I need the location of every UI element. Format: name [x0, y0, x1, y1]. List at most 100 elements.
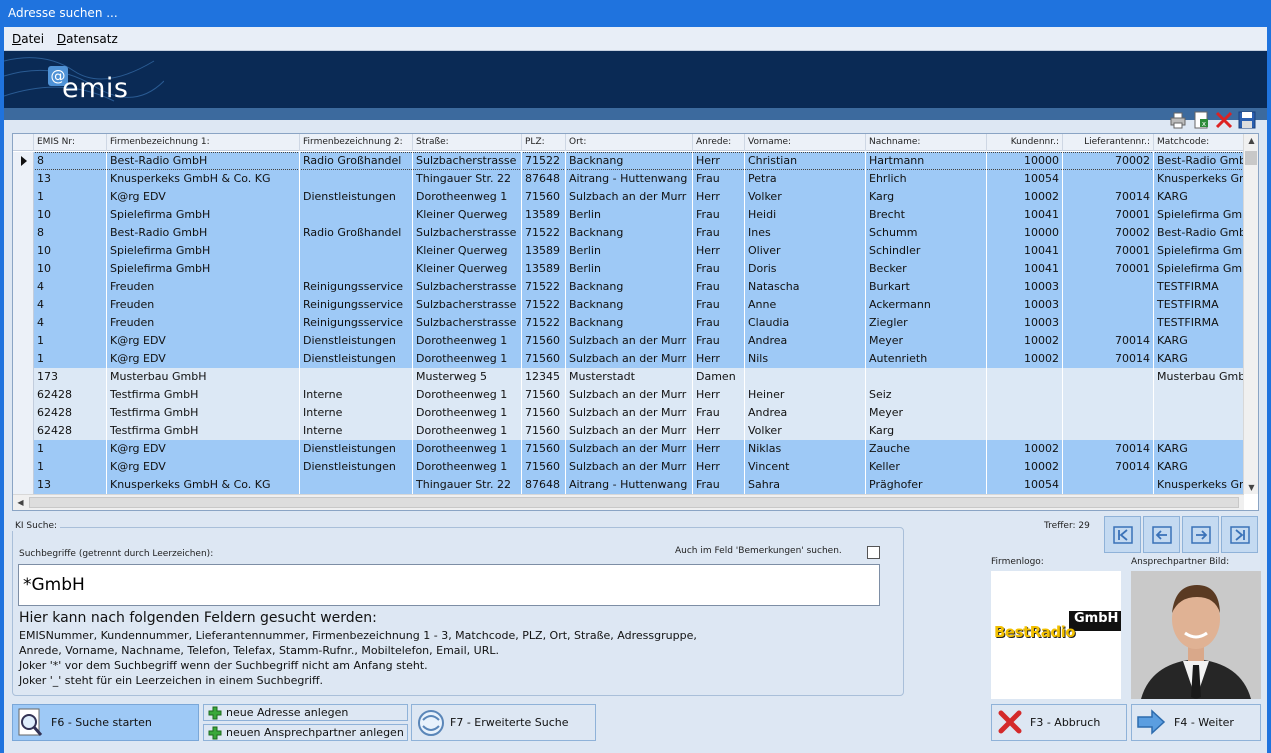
cell-vorname[interactable]: Volker [745, 422, 866, 440]
cell-plz[interactable]: 71522 [522, 224, 566, 242]
cell-match[interactable]: KARG [1154, 332, 1244, 350]
table-row[interactable]: 1 K@rg EDV Dienstleistungen Dorotheenweg 17… [13, 440, 1244, 458]
cell-firm1[interactable]: Musterbau GmbH [107, 368, 300, 386]
export-excel-icon[interactable]: x [1191, 110, 1211, 130]
cell-kunden[interactable]: 10041 [987, 242, 1063, 260]
cell-match[interactable]: Spielefirma GmbH [1154, 206, 1244, 224]
cell-firm2[interactable]: Dienstleistungen [300, 332, 413, 350]
row-selector[interactable] [13, 152, 34, 170]
cell-emis[interactable]: 8 [34, 224, 107, 242]
cell-firm2[interactable]: Dienstleistungen [300, 440, 413, 458]
cell-plz[interactable]: 71560 [522, 404, 566, 422]
header-matchcode[interactable]: Matchcode: [1154, 134, 1244, 151]
cell-vorname[interactable]: Niklas [745, 440, 866, 458]
cell-ort[interactable]: Backnang [566, 152, 693, 170]
new-contact-button[interactable]: neuen Ansprechpartner anlegen [203, 724, 408, 741]
cell-match[interactable]: KARG [1154, 188, 1244, 206]
cell-ort[interactable]: Sulzbach an der Murr [566, 332, 693, 350]
cell-street[interactable]: Kleiner Querweg [413, 206, 522, 224]
table-row[interactable]: 13 Knusperkeks GmbH & Co. KG Thingauer Str… [13, 476, 1244, 494]
scroll-left-icon[interactable]: ◀ [13, 498, 28, 507]
cell-anrede[interactable]: Herr [693, 440, 745, 458]
cell-vorname[interactable]: Ines [745, 224, 866, 242]
cell-firm2[interactable]: Dienstleistungen [300, 350, 413, 368]
cell-firm2[interactable] [300, 170, 413, 188]
cell-ort[interactable]: Sulzbach an der Murr [566, 458, 693, 476]
cell-plz[interactable]: 71522 [522, 278, 566, 296]
cell-plz[interactable]: 87648 [522, 476, 566, 494]
cell-street[interactable]: Sulzbacherstrasse [413, 224, 522, 242]
header-kundennr[interactable]: Kundennr.: [987, 134, 1063, 151]
cell-ort[interactable]: Backnang [566, 314, 693, 332]
row-selector[interactable] [13, 224, 34, 242]
cell-lieferant[interactable]: 70002 [1063, 152, 1154, 170]
cell-match[interactable]: TESTFIRMA [1154, 296, 1244, 314]
row-selector[interactable] [13, 404, 34, 422]
cell-street[interactable]: Thingauer Str. 22 [413, 170, 522, 188]
cell-nachname[interactable]: Seiz [866, 386, 987, 404]
header-firm1[interactable]: Firmenbezeichnung 1: [107, 134, 300, 151]
cell-emis[interactable]: 1 [34, 350, 107, 368]
cell-street[interactable]: Sulzbacherstrasse [413, 314, 522, 332]
scroll-up-icon[interactable]: ▲ [1244, 136, 1258, 145]
row-selector[interactable] [13, 278, 34, 296]
nav-first-button[interactable] [1104, 516, 1141, 553]
table-row[interactable]: 4 Freuden Reinigungsservice Sulzbacherstras… [13, 278, 1244, 296]
scroll-down-icon[interactable]: ▼ [1244, 483, 1258, 492]
horizontal-scrollbar[interactable]: ◀ [13, 494, 1244, 510]
cell-plz[interactable]: 71560 [522, 440, 566, 458]
cell-ort[interactable]: Backnang [566, 296, 693, 314]
cell-firm2[interactable]: Reinigungsservice [300, 314, 413, 332]
header-street[interactable]: Straße: [413, 134, 522, 151]
cell-ort[interactable]: Berlin [566, 206, 693, 224]
cell-anrede[interactable]: Herr [693, 242, 745, 260]
header-lieferantennr[interactable]: Lieferantennr.: [1063, 134, 1154, 151]
row-selector[interactable] [13, 458, 34, 476]
cell-match[interactable]: TESTFIRMA [1154, 314, 1244, 332]
row-selector[interactable] [13, 242, 34, 260]
cell-firm1[interactable]: Knusperkeks GmbH & Co. KG [107, 170, 300, 188]
cell-nachname[interactable]: Autenrieth [866, 350, 987, 368]
cell-anrede[interactable]: Herr [693, 350, 745, 368]
cell-match[interactable]: Spielefirma GmbH [1154, 260, 1244, 278]
cell-firm2[interactable]: Interne [300, 422, 413, 440]
cell-firm1[interactable]: Spielefirma GmbH [107, 242, 300, 260]
cell-anrede[interactable]: Frau [693, 260, 745, 278]
cell-emis[interactable]: 4 [34, 314, 107, 332]
table-row[interactable]: 4 Freuden Reinigungsservice Sulzbacherstras… [13, 296, 1244, 314]
cell-vorname[interactable]: Oliver [745, 242, 866, 260]
cell-kunden[interactable]: 10002 [987, 440, 1063, 458]
cell-match[interactable]: KARG [1154, 440, 1244, 458]
vertical-scroll-thumb[interactable] [1245, 151, 1257, 165]
table-row[interactable]: 10 Spielefirma GmbH Kleiner Querweg 13589 Be… [13, 242, 1244, 260]
cell-anrede[interactable]: Frau [693, 476, 745, 494]
cell-ort[interactable]: Aitrang - Huttenwang [566, 170, 693, 188]
cell-kunden[interactable]: 10003 [987, 314, 1063, 332]
cell-kunden[interactable] [987, 386, 1063, 404]
cell-kunden[interactable]: 10000 [987, 224, 1063, 242]
search-input[interactable] [18, 564, 880, 606]
cell-anrede[interactable]: Frau [693, 314, 745, 332]
cell-anrede[interactable]: Frau [693, 224, 745, 242]
cell-plz[interactable]: 71560 [522, 422, 566, 440]
cell-nachname[interactable]: Präghofer [866, 476, 987, 494]
cell-firm2[interactable]: Reinigungsservice [300, 278, 413, 296]
cell-nachname[interactable]: Schumm [866, 224, 987, 242]
cell-lieferant[interactable] [1063, 368, 1154, 386]
cell-nachname[interactable] [866, 368, 987, 386]
cell-street[interactable]: Kleiner Querweg [413, 242, 522, 260]
cell-emis[interactable]: 62428 [34, 386, 107, 404]
cell-emis[interactable]: 13 [34, 476, 107, 494]
cell-firm2[interactable] [300, 476, 413, 494]
cell-match[interactable] [1154, 422, 1244, 440]
cell-kunden[interactable]: 10002 [987, 458, 1063, 476]
cell-kunden[interactable]: 10054 [987, 476, 1063, 494]
row-selector[interactable] [13, 260, 34, 278]
cell-plz[interactable]: 13589 [522, 242, 566, 260]
cell-plz[interactable]: 71522 [522, 314, 566, 332]
cell-match[interactable]: Best-Radio GmbH [1154, 152, 1244, 170]
table-row[interactable]: 62428 Testfirma GmbH Interne Dorotheenweg 1… [13, 422, 1244, 440]
next-button[interactable]: F4 - Weiter [1131, 704, 1261, 741]
cell-street[interactable]: Dorotheenweg 1 [413, 332, 522, 350]
cell-ort[interactable]: Sulzbach an der Murr [566, 350, 693, 368]
